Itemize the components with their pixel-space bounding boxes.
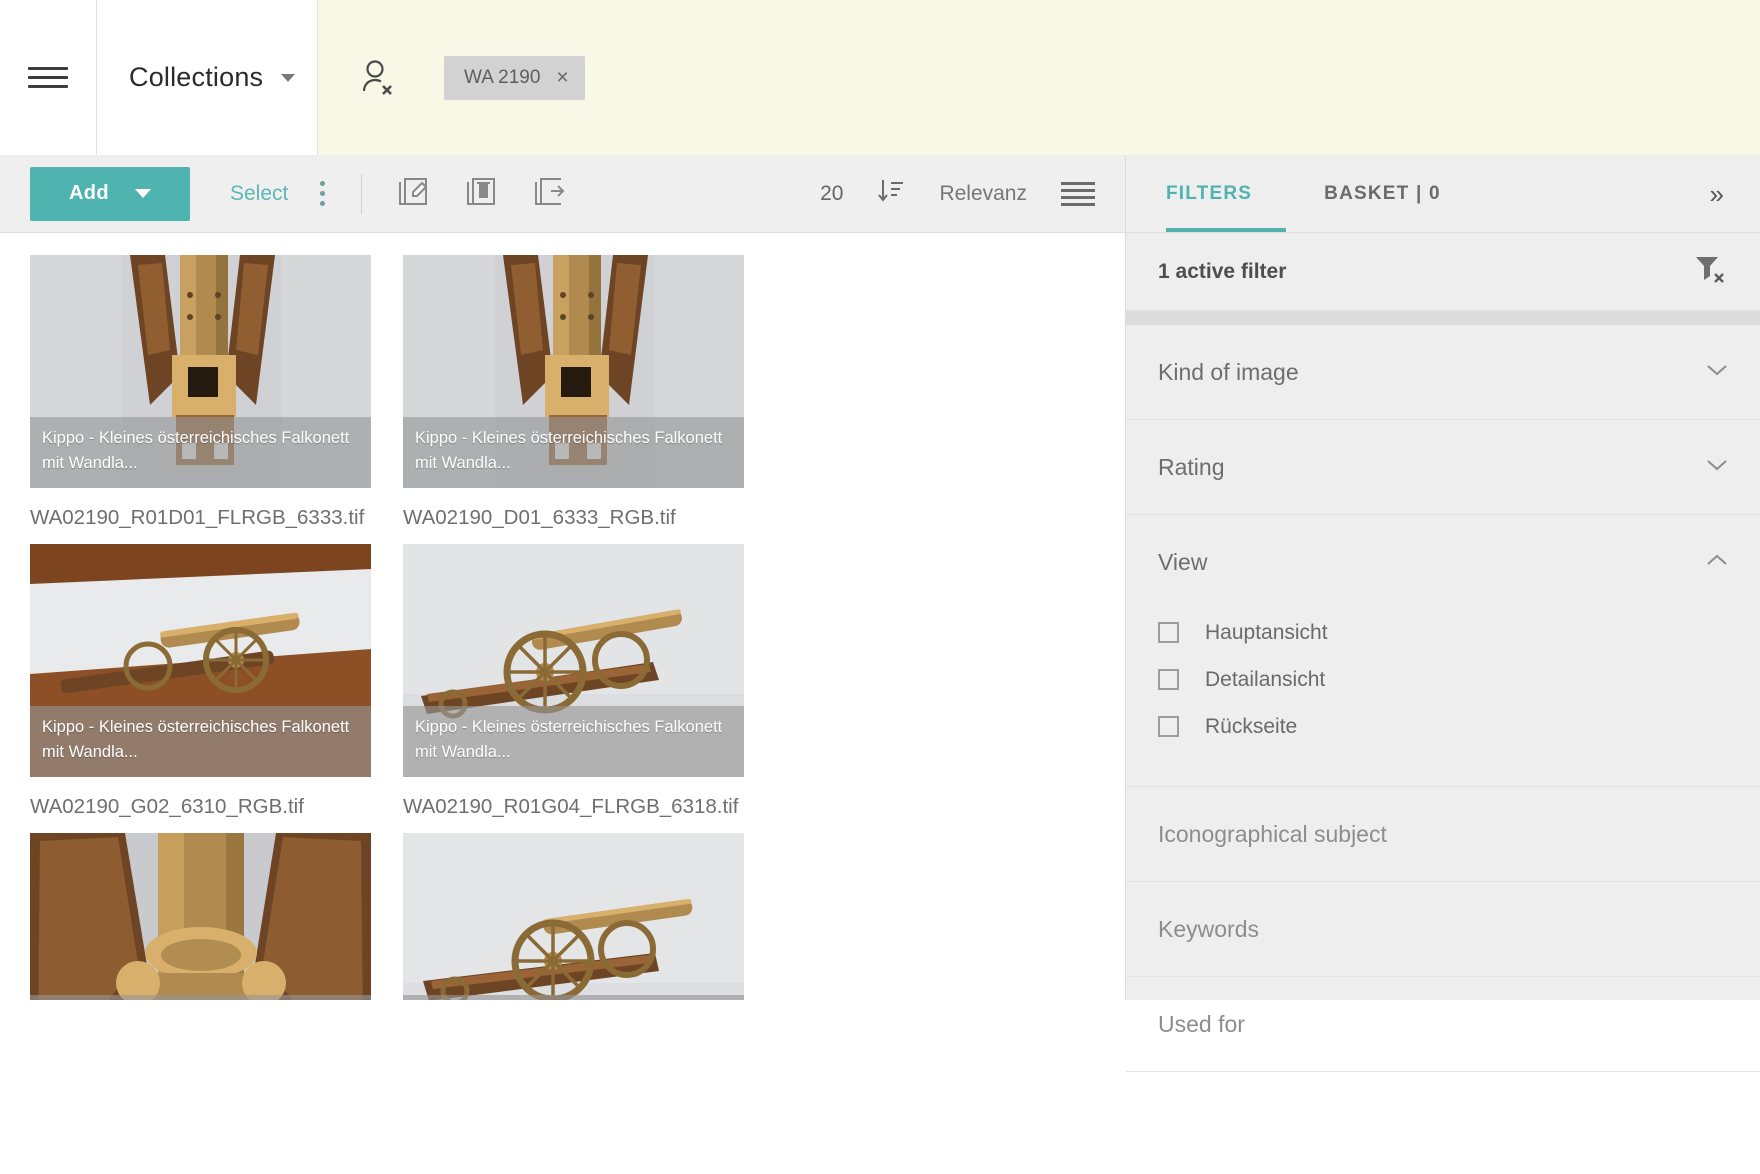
tab-filters[interactable]: FILTERS	[1166, 183, 1252, 205]
filter-section-keywords: Keywords	[1126, 882, 1760, 977]
filter-section-iconographical-subject: Iconographical subject	[1126, 787, 1760, 882]
toolbar-right-group: 20 Relevanz	[820, 178, 1125, 209]
grid-item[interactable]: Kippo - Kleines österreichisches Falkone…	[403, 255, 776, 530]
chevron-down-icon[interactable]	[1706, 457, 1728, 477]
export-document-icon[interactable]	[532, 174, 566, 213]
filter-section-header[interactable]: Kind of image	[1158, 325, 1728, 419]
person-remove-icon[interactable]	[360, 58, 396, 98]
chevron-up-icon[interactable]	[1706, 552, 1728, 572]
collapse-panel-icon[interactable]: »	[1710, 181, 1724, 207]
collections-selector[interactable]: Collections	[96, 0, 318, 155]
thumbnail-caption: Kippo - Kleines österreichisches Falkone…	[403, 416, 744, 488]
thumbnail[interactable]: Kippo - Kleines österreichisches Falkone…	[30, 544, 371, 777]
delete-document-icon[interactable]	[464, 174, 498, 213]
grid-item[interactable]: Kippo - Kleines österreichisches Falkone…	[403, 544, 776, 819]
filter-section-label: Kind of image	[1158, 358, 1299, 385]
filter-section-header[interactable]: Keywords	[1158, 882, 1728, 976]
filters-panel: FILTERS BASKET | 0 » 1 active filter Kin…	[1125, 155, 1760, 1072]
page-size-selector[interactable]: 20	[820, 182, 843, 206]
results-grid: Kippo - Kleines österreichisches Falkone…	[0, 233, 1125, 1000]
filter-option-label: Rückseite	[1205, 714, 1298, 738]
filter-section-header[interactable]: Used for	[1158, 977, 1728, 1071]
chevron-down-icon	[135, 189, 152, 198]
menu-button[interactable]	[0, 0, 96, 155]
filter-section-header[interactable]: Iconographical subject	[1158, 787, 1728, 881]
chevron-down-icon[interactable]	[1706, 362, 1728, 382]
filter-option-detailansicht[interactable]: Detailansicht	[1158, 656, 1728, 703]
filter-section-header[interactable]: Rating	[1158, 420, 1728, 514]
action-toolbar: Add Select 20 Relevanz	[0, 155, 1125, 233]
grid-item[interactable]: Kippo - Kleines österreichisches Falkone…	[403, 833, 776, 1000]
filter-section-used-for: Used for	[1126, 977, 1760, 1072]
filter-clear-icon[interactable]	[1694, 254, 1726, 289]
kebab-menu-icon[interactable]	[314, 175, 331, 212]
grid-item[interactable]: Kippo - Kleines österreichisches Falkone…	[30, 255, 403, 530]
top-bar: Collections WA 2190 ×	[0, 0, 1760, 155]
thumbnail[interactable]: Kippo - Kleines österreichisches Falkone…	[403, 544, 744, 777]
filter-section-view: View Hauptansicht Detailansicht Rückseite	[1126, 515, 1760, 787]
toolbar-divider	[361, 173, 363, 214]
search-chip-label: WA 2190	[464, 66, 541, 88]
filter-options: Hauptansicht Detailansicht Rückseite	[1158, 609, 1728, 786]
filter-section-kind-of-image: Kind of image	[1126, 325, 1760, 420]
item-filename: WA02190_D01_6333_RGB.tif	[403, 506, 676, 529]
active-filter-row: 1 active filter	[1126, 233, 1760, 311]
thumbnail-caption: Kippo - Kleines österreichisches Falkone…	[30, 705, 371, 777]
filter-option-hauptansicht[interactable]: Hauptansicht	[1158, 609, 1728, 656]
item-filename: WA02190_R01G04_FLRGB_6318.tif	[403, 795, 739, 818]
filter-option-label: Hauptansicht	[1205, 620, 1328, 644]
active-tab-indicator	[1166, 228, 1286, 232]
search-bar: WA 2190 ×	[318, 0, 1760, 155]
collections-label: Collections	[129, 62, 264, 92]
close-icon[interactable]: ×	[556, 67, 568, 88]
thumbnail-caption: Kippo - Kleines österreichisches Falkone…	[30, 416, 371, 488]
filter-option-rückseite[interactable]: Rückseite	[1158, 703, 1728, 750]
filter-section-header[interactable]: View	[1158, 515, 1728, 609]
thumbnail-caption: Kippo - Kleines österreichisches Falkone…	[403, 705, 744, 777]
edit-document-icon[interactable]	[396, 174, 430, 213]
checkbox[interactable]	[1158, 716, 1179, 737]
application-window: Collections WA 2190 × Add Select 20 Rele…	[0, 0, 1760, 1174]
thumbnail[interactable]: Kippo - Kleines österreichisches Falkone…	[30, 255, 371, 488]
checkbox[interactable]	[1158, 622, 1179, 643]
thumbnail-caption: Kippo - Kleines österreichisches Falkone…	[403, 994, 744, 1000]
active-filter-count: 1 active filter	[1158, 259, 1287, 283]
filter-section-label: View	[1158, 548, 1208, 575]
select-button[interactable]: Select	[230, 182, 288, 206]
thumbnail[interactable]: Kippo - Kleines österreichisches Falkone…	[30, 833, 371, 1000]
filter-option-label: Detailansicht	[1205, 667, 1326, 691]
thumbnail[interactable]: Kippo - Kleines österreichisches Falkone…	[403, 833, 744, 1000]
sort-label[interactable]: Relevanz	[939, 182, 1027, 206]
grid-item[interactable]: Kippo - Kleines österreichisches Falkone…	[30, 544, 403, 819]
list-view-icon[interactable]	[1061, 181, 1095, 206]
thumbnail[interactable]: Kippo - Kleines österreichisches Falkone…	[403, 255, 744, 488]
checkbox[interactable]	[1158, 669, 1179, 690]
panel-divider-band	[1126, 311, 1760, 325]
filter-section-label: Iconographical subject	[1158, 820, 1387, 847]
thumbnail-caption: Kippo - Kleines österreichisches Falkone…	[30, 994, 371, 1000]
item-filename: WA02190_G02_6310_RGB.tif	[30, 795, 304, 818]
filter-section-label: Keywords	[1158, 915, 1259, 942]
chevron-down-icon	[281, 73, 296, 82]
tab-basket[interactable]: BASKET | 0	[1324, 183, 1441, 205]
filter-section-rating: Rating	[1126, 420, 1760, 515]
filter-section-label: Rating	[1158, 453, 1225, 480]
filter-section-label: Used for	[1158, 1010, 1245, 1037]
add-button-label: Add	[68, 182, 110, 204]
sort-descending-icon[interactable]	[877, 178, 905, 209]
item-filename: WA02190_R01D01_FLRGB_6333.tif	[30, 506, 365, 529]
grid-item[interactable]: Kippo - Kleines österreichisches Falkone…	[30, 833, 403, 1000]
hamburger-icon	[28, 65, 68, 91]
add-button[interactable]: Add	[30, 166, 190, 221]
search-filter-chip[interactable]: WA 2190 ×	[444, 55, 585, 100]
panel-tabs: FILTERS BASKET | 0 »	[1126, 155, 1760, 233]
